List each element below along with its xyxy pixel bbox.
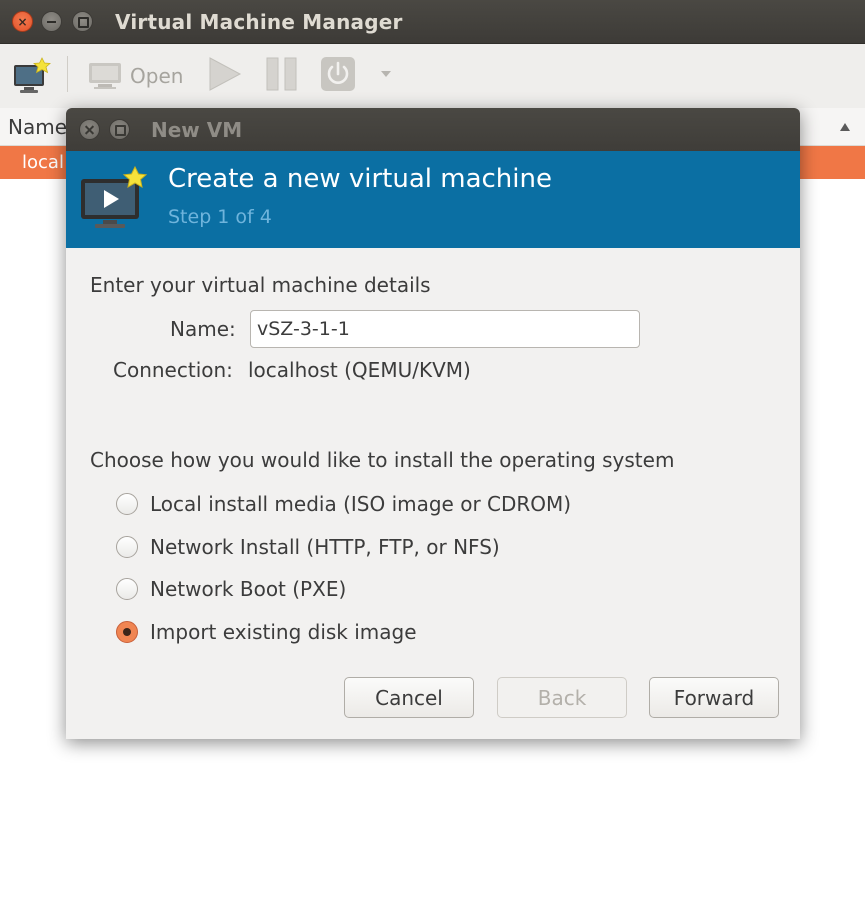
radio-button[interactable] (116, 493, 138, 515)
header-step: Step 1 of 4 (168, 206, 272, 228)
open-label: Open (130, 64, 184, 88)
connection-value: localhost (QEMU/KVM) (248, 358, 471, 382)
play-icon (209, 57, 242, 91)
new-vm-monitor-icon (81, 165, 148, 228)
install-option-label: Network Install (HTTP, FTP, or NFS) (150, 535, 500, 559)
dialog-titlebar: New VM (66, 108, 800, 151)
window-minimize-button[interactable] (41, 11, 62, 32)
window-maximize-button[interactable] (72, 11, 93, 32)
vm-row-label: local (22, 152, 64, 173)
run-button[interactable] (206, 56, 242, 92)
toolbar: Open (0, 44, 865, 108)
window-close-button[interactable]: × (12, 11, 33, 32)
radio-button-checked[interactable] (116, 621, 138, 643)
chevron-down-icon (381, 71, 391, 77)
new-vm-dialog: New VM Create a new virtual machine Step… (66, 108, 800, 739)
toolbar-separator (67, 56, 68, 92)
pause-icon (266, 57, 297, 91)
install-option-network-install[interactable]: Network Install (HTTP, FTP, or NFS) (116, 535, 500, 559)
connection-label: Connection: (113, 358, 233, 382)
power-icon (321, 57, 355, 91)
new-vm-button[interactable] (12, 57, 52, 97)
install-option-network-boot[interactable]: Network Boot (PXE) (116, 577, 346, 601)
dialog-title: New VM (151, 118, 243, 142)
monitor-icon (89, 63, 121, 89)
open-button[interactable]: Open (88, 60, 183, 92)
dialog-maximize-button[interactable] (109, 119, 130, 140)
column-header-name[interactable]: Name (8, 115, 67, 139)
shutdown-menu-button[interactable] (379, 66, 393, 80)
install-option-local-media[interactable]: Local install media (ISO image or CDROM) (116, 492, 571, 516)
pause-button[interactable] (265, 57, 299, 91)
forward-button[interactable]: Forward (649, 677, 779, 718)
cancel-button[interactable]: Cancel (344, 677, 474, 718)
install-option-label: Local install media (ISO image or CDROM) (150, 492, 572, 516)
dialog-close-button[interactable] (79, 119, 100, 140)
install-option-label: Import existing disk image (150, 620, 417, 644)
install-option-import-disk[interactable]: Import existing disk image (116, 620, 417, 644)
install-option-label: Network Boot (PXE) (150, 577, 347, 601)
header-title: Create a new virtual machine (168, 164, 552, 194)
window-title: Virtual Machine Manager (115, 10, 403, 34)
back-button[interactable]: Back (497, 677, 627, 718)
dialog-header-banner: Create a new virtual machine Step 1 of 4 (66, 151, 800, 248)
details-heading: Enter your virtual machine details (90, 273, 431, 297)
install-heading: Choose how you would like to install the… (90, 448, 675, 472)
vm-name-input[interactable] (250, 310, 640, 348)
new-vm-monitor-icon (14, 57, 51, 93)
shutdown-button[interactable] (320, 56, 356, 92)
radio-button[interactable] (116, 578, 138, 600)
sort-ascending-icon[interactable] (839, 122, 851, 132)
main-titlebar: × Virtual Machine Manager (0, 0, 865, 44)
name-label: Name: (170, 317, 236, 341)
radio-button[interactable] (116, 536, 138, 558)
